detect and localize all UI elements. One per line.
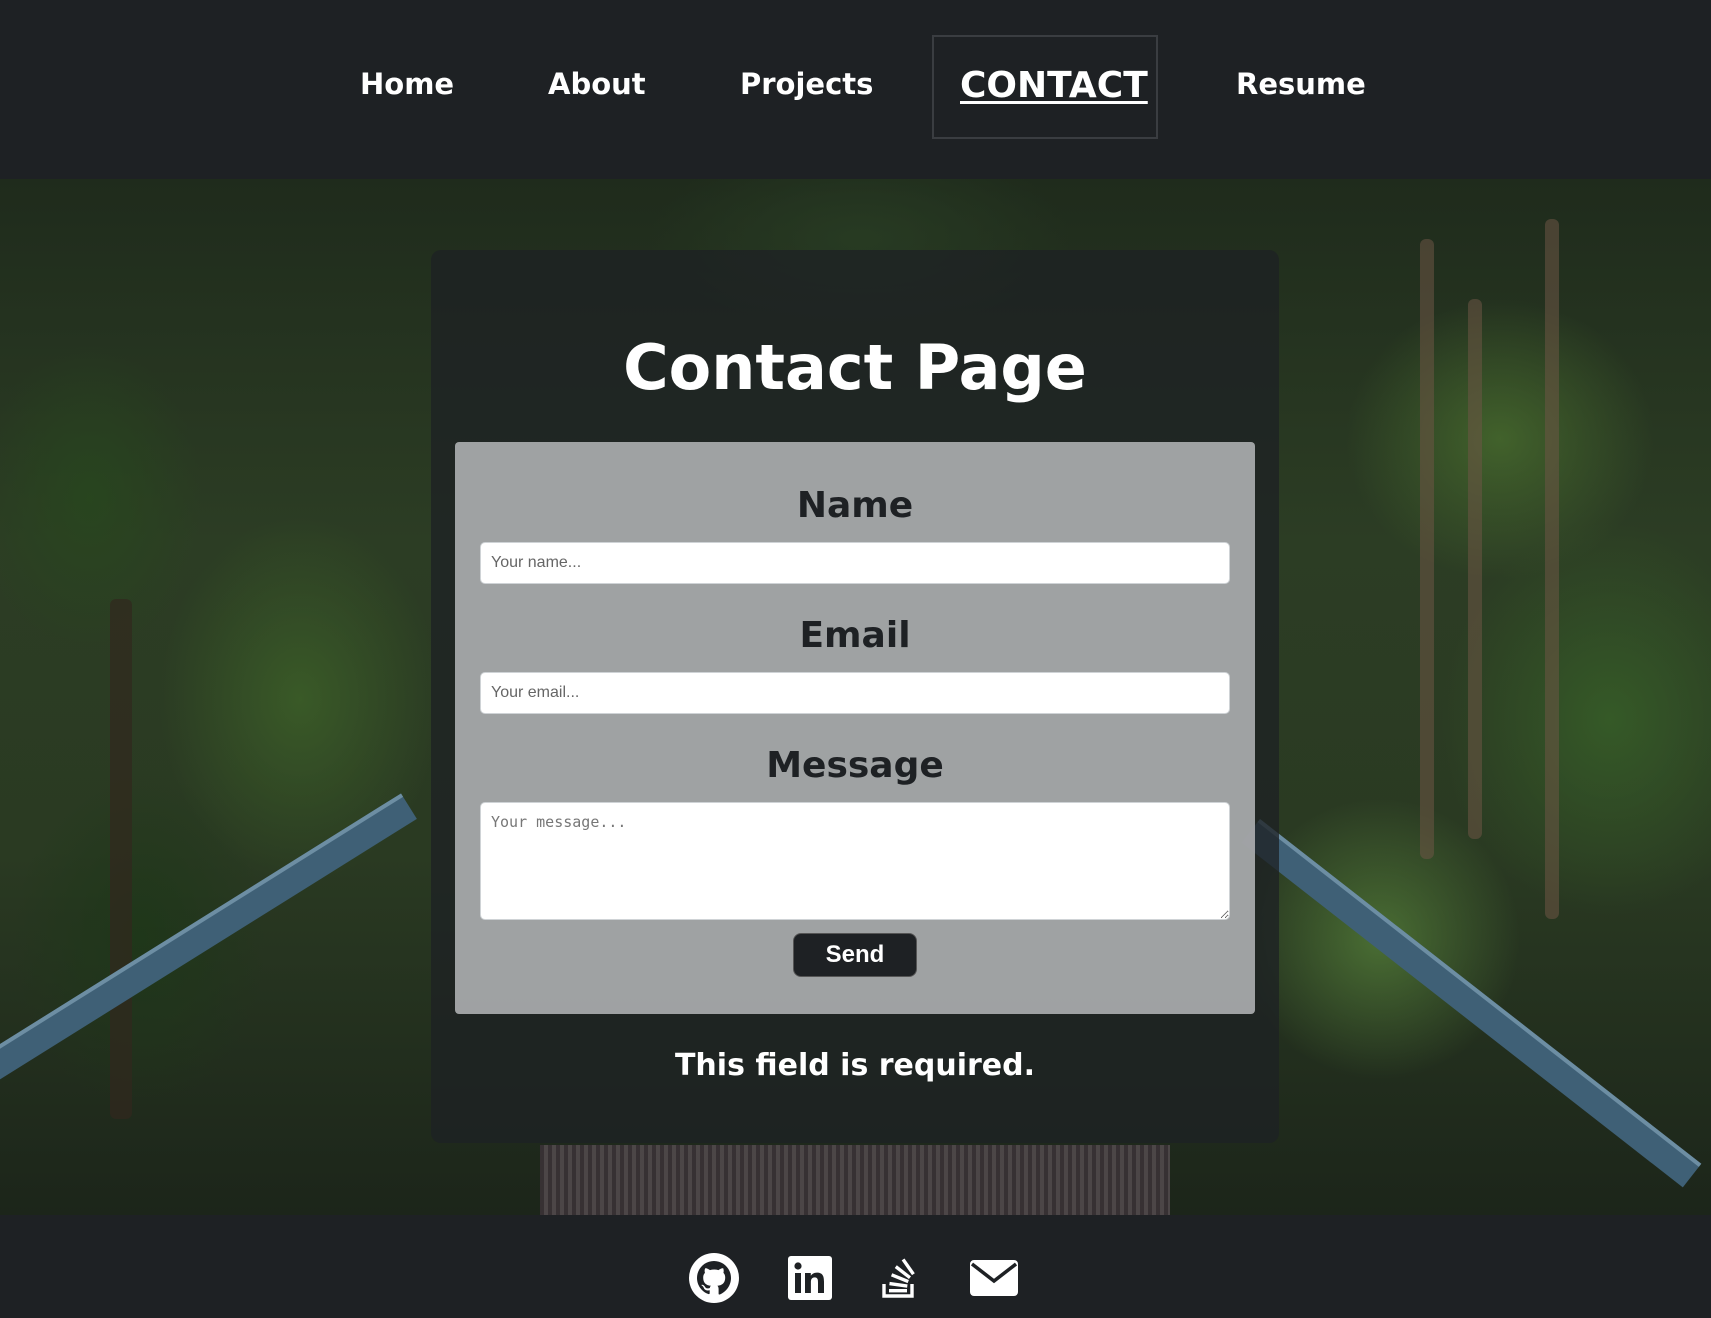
tree-trunk [1545, 219, 1559, 919]
contact-form: Name Email Message Send [455, 442, 1255, 1014]
bridge-railing-left [0, 793, 417, 1095]
email-icon[interactable] [968, 1252, 1020, 1304]
bridge-walkway [540, 1145, 1170, 1215]
send-button[interactable]: Send [793, 933, 917, 977]
stackoverflow-icon[interactable] [874, 1252, 926, 1304]
email-label: Email [799, 615, 911, 656]
nav-about-link[interactable]: About [548, 64, 646, 104]
tree-trunk [1468, 299, 1482, 839]
message-textarea[interactable] [480, 802, 1230, 920]
tree-trunk [110, 599, 132, 1119]
nav-resume-link[interactable]: Resume [1236, 64, 1366, 104]
name-label: Name [796, 485, 914, 526]
nav-home-link[interactable]: Home [360, 64, 454, 104]
message-label: Message [766, 745, 944, 786]
linkedin-icon[interactable] [784, 1252, 836, 1304]
name-input[interactable] [480, 542, 1230, 584]
nav-contact-link[interactable]: CONTACT [960, 66, 1148, 106]
footer [0, 1215, 1711, 1318]
nav-projects-link[interactable]: Projects [740, 64, 873, 104]
tree-trunk [1420, 239, 1434, 859]
validation-error-message: This field is required. [674, 1048, 1036, 1083]
github-icon[interactable] [688, 1252, 740, 1304]
bridge-railing-right [1241, 819, 1702, 1188]
email-input[interactable] [480, 672, 1230, 714]
page-title: Contact Page [623, 331, 1087, 404]
contact-card: Contact Page Name Email Message Send Thi… [431, 250, 1279, 1143]
top-navigation: Home About Projects CONTACT Resume [0, 0, 1711, 179]
